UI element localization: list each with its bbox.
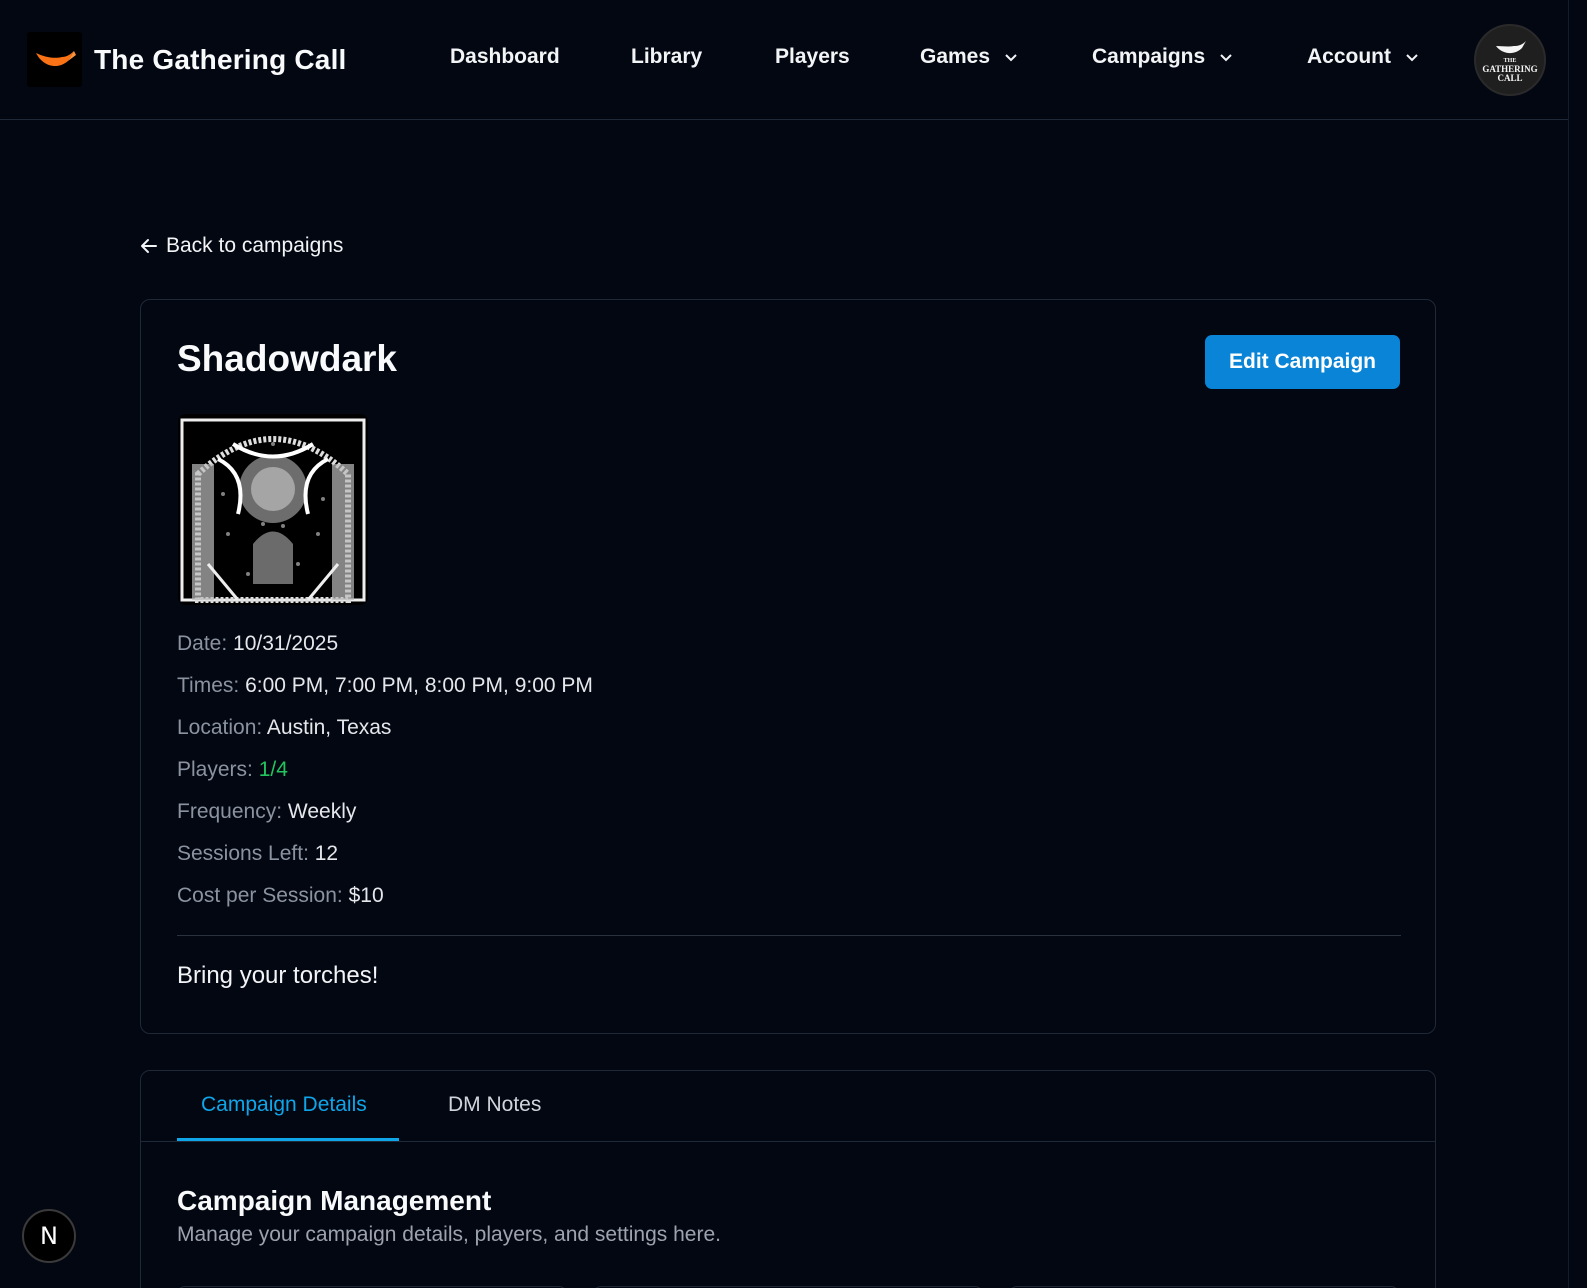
detail-value: 6:00 PM, 7:00 PM, 8:00 PM, 9:00 PM [245,674,593,697]
detail-times: Times: 6:00 PM, 7:00 PM, 8:00 PM, 9:00 P… [177,672,593,714]
campaign-details-list: Date: 10/31/2025 Times: 6:00 PM, 7:00 PM… [177,630,593,924]
back-to-campaigns-link[interactable]: Back to campaigns [140,234,343,258]
detail-value: Weekly [287,800,357,823]
campaign-tabs-card: Campaign Details DM Notes Campaign Manag… [140,1070,1436,1288]
detail-sessions-left: Sessions Left: 12 [177,840,593,882]
detail-value: 12 [314,842,339,865]
nav-campaigns-dropdown[interactable]: Campaigns [1092,45,1233,69]
chevron-down-icon [1219,53,1233,62]
tab-campaign-details[interactable]: Campaign Details [201,1093,367,1117]
horn-icon [27,32,82,87]
tab-bar: Campaign Details DM Notes [141,1071,1435,1142]
edit-campaign-label: Edit Campaign [1228,350,1376,373]
detail-label: Times: [177,674,240,697]
chevron-down-icon [1004,53,1018,62]
detail-label: Frequency: [177,800,283,823]
detail-location: Location: Austin, Texas [177,714,593,756]
nav-library[interactable]: Library [631,45,702,69]
detail-label: Players: [177,758,253,781]
page: The Gathering Call Dashboard Library Pla… [0,0,1587,1288]
nav-library-label: Library [631,45,703,68]
brand-name: The Gathering Call [94,43,347,75]
campaign-description: Bring your torches! [177,962,379,989]
nextjs-logo-letter: N [40,1222,58,1250]
nav-dashboard-label: Dashboard [450,45,560,68]
detail-players: Players: 1/4 [177,756,593,798]
divider [177,935,1401,936]
arrow-left-icon [141,239,157,253]
detail-value: Austin, Texas [266,716,392,739]
scrollbar[interactable] [1568,0,1587,1288]
campaign-cover-image [178,414,368,605]
nav-dashboard[interactable]: Dashboard [450,45,560,69]
nav-campaigns-label: Campaigns [1092,45,1206,68]
nav-account-label: Account [1307,45,1391,68]
section-title: Campaign Management [177,1185,492,1216]
nav-games-label: Games [920,45,991,68]
campaign-card: Shadowdark Edit Campaign Date: 10/31/202… [140,299,1436,1034]
campaign-title: Shadowdark [177,338,397,379]
nav-account-dropdown[interactable]: Account [1307,45,1419,69]
avatar-text-end: CALL [1497,72,1523,83]
horn-icon [1496,40,1526,53]
detail-value: $10 [348,884,384,907]
nav-games-dropdown[interactable]: Games [920,45,1018,69]
edit-campaign-button[interactable]: Edit Campaign [1205,335,1400,389]
detail-label: Sessions Left: [177,842,309,865]
detail-value: 1/4 [258,758,288,781]
detail-label: Cost per Session: [177,884,343,907]
nav-players-label: Players [775,45,850,68]
tab-dm-notes[interactable]: DM Notes [448,1093,541,1117]
detail-value: 10/31/2025 [233,632,339,655]
user-avatar[interactable]: THE GATHERING CALL [1474,24,1546,96]
detail-label: Date: [177,632,228,655]
nextjs-dev-indicator[interactable]: N [22,1209,76,1263]
nav-players[interactable]: Players [775,45,850,69]
detail-date: Date: 10/31/2025 [177,630,593,672]
top-navbar: The Gathering Call Dashboard Library Pla… [0,0,1568,120]
detail-label: Location: [177,716,263,739]
active-tab-indicator [177,1138,399,1141]
chevron-down-icon [1405,53,1419,62]
section-subtitle: Manage your campaign details, players, a… [177,1223,721,1246]
brand-link[interactable]: The Gathering Call [27,32,347,87]
detail-cost-per-session: Cost per Session: $10 [177,882,593,924]
detail-frequency: Frequency: Weekly [177,798,593,840]
back-link-label: Back to campaigns [166,234,344,257]
